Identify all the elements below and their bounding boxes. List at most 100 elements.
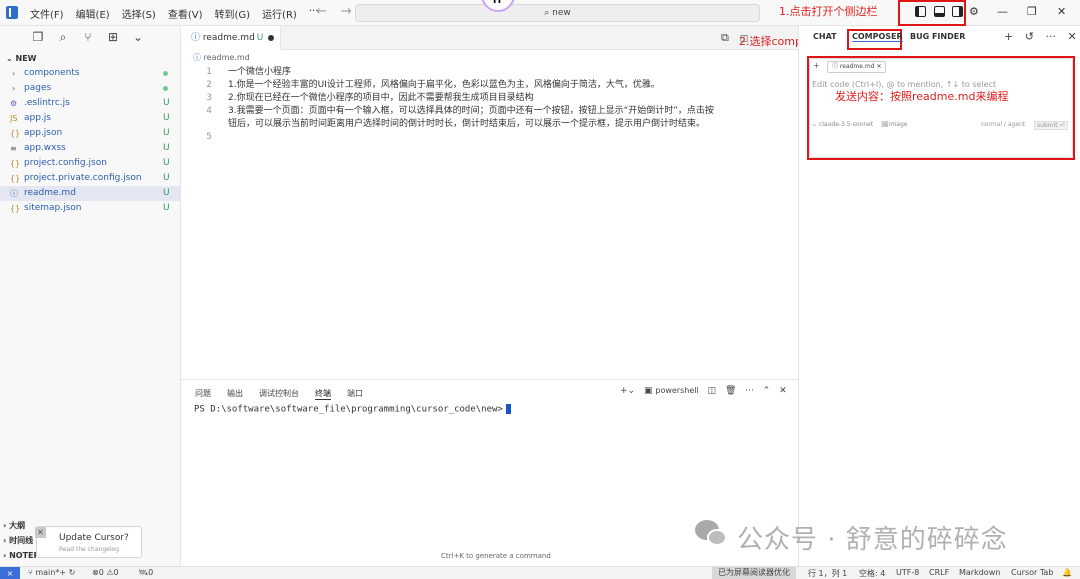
- close-window-icon[interactable]: ✕: [1057, 5, 1066, 18]
- close-panel-icon[interactable]: ✕: [779, 386, 787, 396]
- git-status: U: [163, 113, 170, 123]
- tab-chat[interactable]: CHAT: [813, 32, 837, 41]
- code-line-2[interactable]: 2 1.你是一个经验丰富的UI设计工程师，风格偏向于扁平化，色彩以蓝色为主，风格偏…: [198, 79, 660, 92]
- back-arrow-icon[interactable]: ←: [316, 4, 327, 19]
- modified-dot-icon: [163, 71, 168, 76]
- shell-label[interactable]: powershell: [655, 386, 698, 395]
- tree-file-readme[interactable]: ⓘ readme.md U: [0, 186, 180, 201]
- ports-status[interactable]: 🛰0: [138, 568, 153, 577]
- tree-file-app-js[interactable]: JS app.js U: [0, 111, 180, 126]
- tab-status: U: [256, 33, 264, 43]
- update-toast[interactable]: ✕ Update Cursor? Read the changelog.: [35, 526, 142, 558]
- modified-dot-icon: [163, 86, 168, 91]
- tab-bug-finder[interactable]: BUG FINDER: [910, 32, 965, 41]
- tree-file-app-wxss[interactable]: ≡ app.wxss U: [0, 141, 180, 156]
- menu-file[interactable]: 文件(F): [30, 6, 64, 21]
- tab-readme[interactable]: ⓘ readme.md U: [181, 26, 281, 50]
- explorer-sidebar: ❐ ⌕ ⑂ ⊞ ⌄ ⌄ NEW › components › pages ⚙ .…: [0, 26, 181, 566]
- more-icon[interactable]: ···: [745, 386, 754, 396]
- toggle-panel-icon[interactable]: [934, 6, 945, 17]
- menu-select[interactable]: 选择(S): [122, 6, 156, 21]
- tree-item-label: components: [24, 68, 80, 78]
- json-braces-icon: {}: [10, 159, 21, 168]
- command-center-search[interactable]: ⌕ new: [355, 4, 760, 22]
- source-control-icon[interactable]: ⑂: [82, 30, 94, 45]
- notification-bell-icon[interactable]: 🔔: [1062, 568, 1072, 577]
- extensions-icon[interactable]: ⊞: [107, 30, 119, 45]
- json-braces-icon: {}: [10, 204, 21, 213]
- new-chat-plus-icon[interactable]: +: [1004, 30, 1013, 43]
- code-line-3[interactable]: 3 2.你现在已经在一个微信小程序的项目中，因此不需要帮我生成项目目录结构: [198, 92, 533, 105]
- chevron-down-icon: ⌄: [6, 54, 16, 63]
- json-braces-icon: {}: [10, 174, 21, 183]
- tab-problems[interactable]: 问题: [195, 388, 211, 400]
- unsaved-dot-icon[interactable]: [268, 35, 274, 41]
- line-number: 1: [206, 67, 212, 77]
- menu-view[interactable]: 查看(V): [168, 6, 203, 21]
- tab-ports[interactable]: 端口: [347, 388, 363, 400]
- indentation-status[interactable]: 空格: 4: [859, 568, 885, 579]
- outline-section[interactable]: › 大纲: [3, 520, 25, 531]
- close-icon[interactable]: ✕: [1067, 30, 1076, 43]
- settings-gear-icon[interactable]: ⚙: [969, 5, 979, 18]
- search-sidebar-icon[interactable]: ⌕: [57, 30, 69, 45]
- toggle-primary-sidebar-icon[interactable]: [915, 6, 926, 17]
- tab-label: readme.md: [202, 33, 255, 43]
- code-line-5[interactable]: 5: [198, 131, 228, 144]
- tree-file-app-json[interactable]: {} app.json U: [0, 126, 180, 141]
- git-status: U: [163, 98, 170, 108]
- branch-status[interactable]: ⑂ main*+ ↻: [28, 568, 75, 577]
- breadcrumb-label: readme.md: [203, 53, 250, 62]
- outline-label: 大纲: [9, 521, 26, 530]
- cursor-tab-status[interactable]: Cursor Tab: [1011, 568, 1053, 577]
- encoding-status[interactable]: UTF-8: [896, 568, 919, 577]
- tab-debug-console[interactable]: 调试控制台: [259, 388, 299, 400]
- explorer-folder-header[interactable]: ⌄ NEW: [6, 54, 36, 63]
- history-icon[interactable]: ↺: [1025, 30, 1034, 43]
- remote-icon[interactable]: ⨯: [0, 567, 20, 579]
- code-line-4[interactable]: 4 3.我需要一个页面：页面中有一个输入框，可以选择具体的时间；页面中还有一个按钮…: [198, 105, 714, 118]
- code-line-1[interactable]: 1 一个微信小程序: [198, 66, 291, 79]
- eol-status[interactable]: CRLF: [929, 568, 949, 577]
- tree-folder-pages[interactable]: › pages: [0, 81, 180, 96]
- split-terminal-icon[interactable]: ◫: [708, 386, 717, 396]
- files-icon[interactable]: ❐: [32, 30, 44, 45]
- screen-reader-status[interactable]: 已为屏幕阅读器优化: [712, 567, 796, 579]
- minimize-icon[interactable]: —: [997, 5, 1008, 18]
- maximize-panel-icon[interactable]: ⌃: [763, 386, 771, 396]
- tree-file-project-config[interactable]: {} project.config.json U: [0, 156, 180, 171]
- forward-arrow-icon[interactable]: →: [341, 4, 352, 19]
- git-status: U: [163, 128, 170, 138]
- menu-run[interactable]: 运行(R): [262, 6, 297, 21]
- breadcrumb[interactable]: ⓘ readme.md: [193, 52, 250, 63]
- language-mode[interactable]: Markdown: [959, 568, 1000, 577]
- tree-folder-components[interactable]: › components: [0, 66, 180, 81]
- maximize-icon[interactable]: ❐: [1027, 5, 1037, 18]
- tree-file-project-private-config[interactable]: {} project.private.config.json U: [0, 171, 180, 186]
- cursor-position[interactable]: 行 1，列 1: [808, 568, 847, 579]
- add-terminal-icon[interactable]: +⌄: [620, 386, 635, 396]
- status-bar: ⨯ ⑂ main*+ ↻ ⊗0 ⚠0 🛰0 已为屏幕阅读器优化 行 1，列 1 …: [0, 566, 1080, 579]
- tree-file-sitemap[interactable]: {} sitemap.json U: [0, 201, 180, 216]
- tab-terminal[interactable]: 终端: [315, 388, 331, 400]
- line-number: 4: [206, 106, 212, 116]
- terminal-prompt[interactable]: PS D:\software\software_file\programming…: [194, 404, 511, 415]
- errors-status[interactable]: ⊗0 ⚠0: [92, 568, 119, 577]
- toggle-secondary-sidebar-icon[interactable]: [952, 6, 963, 17]
- tab-output[interactable]: 输出: [227, 388, 243, 400]
- more-icon[interactable]: ···: [1045, 30, 1056, 43]
- tab-composer[interactable]: COMPOSER: [852, 32, 903, 42]
- open-preview-icon[interactable]: ⧉: [721, 31, 729, 44]
- sync-icon: ↻: [68, 568, 76, 577]
- menu-edit[interactable]: 编辑(E): [76, 6, 110, 21]
- tree-file-eslintrc[interactable]: ⚙ .eslintrc.js U: [0, 96, 180, 111]
- annotation-send: 发送内容：按照readme.md来编程: [835, 90, 1009, 103]
- timeline-section[interactable]: › 时间线: [3, 535, 33, 546]
- chevron-down-icon[interactable]: ⌄: [132, 30, 144, 45]
- close-icon[interactable]: ✕: [35, 527, 46, 538]
- toast-subtitle[interactable]: Read the changelog.: [59, 546, 121, 553]
- menu-go[interactable]: 转到(G): [215, 6, 251, 21]
- code-line-4-wrap[interactable]: 钮后，可以展示当前时间距离用户选择时间的倒计时时长，倒计时结束后，可以展示一个提…: [228, 118, 705, 131]
- trash-icon[interactable]: 🗑: [725, 386, 736, 396]
- panel-actions: +⌄ ▣ powershell ◫ 🗑 ··· ⌃ ✕: [620, 386, 787, 396]
